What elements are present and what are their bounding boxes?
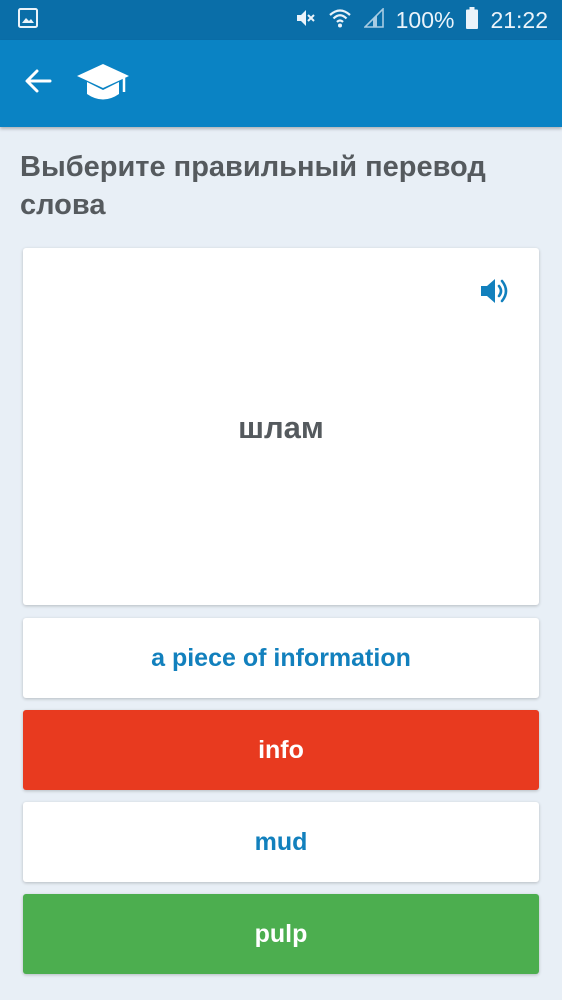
wifi-icon bbox=[328, 7, 352, 34]
status-bar: 100% 21:22 bbox=[0, 0, 562, 40]
quiz-prompt: Выберите правильный перевод слова bbox=[20, 151, 486, 221]
quiz-word: шлам bbox=[238, 410, 324, 445]
battery-percent: 100% bbox=[395, 6, 455, 33]
speaker-icon[interactable] bbox=[479, 276, 513, 306]
answer-option-info[interactable]: info bbox=[23, 710, 539, 790]
answer-option-a-piece-of-information[interactable]: a piece of information bbox=[23, 618, 539, 698]
clock: 21:22 bbox=[490, 6, 548, 33]
back-arrow-icon bbox=[24, 67, 52, 100]
signal-icon bbox=[362, 6, 384, 33]
answer-option-pulp[interactable]: pulp bbox=[23, 894, 539, 974]
mute-icon bbox=[294, 7, 316, 34]
graduation-cap-icon bbox=[76, 59, 130, 109]
app-bar bbox=[0, 40, 562, 127]
gallery-icon bbox=[18, 7, 38, 33]
answer-option-mud[interactable]: mud bbox=[23, 802, 539, 882]
back-button[interactable] bbox=[18, 64, 58, 104]
battery-icon bbox=[466, 6, 479, 34]
word-card: шлам bbox=[23, 248, 539, 605]
